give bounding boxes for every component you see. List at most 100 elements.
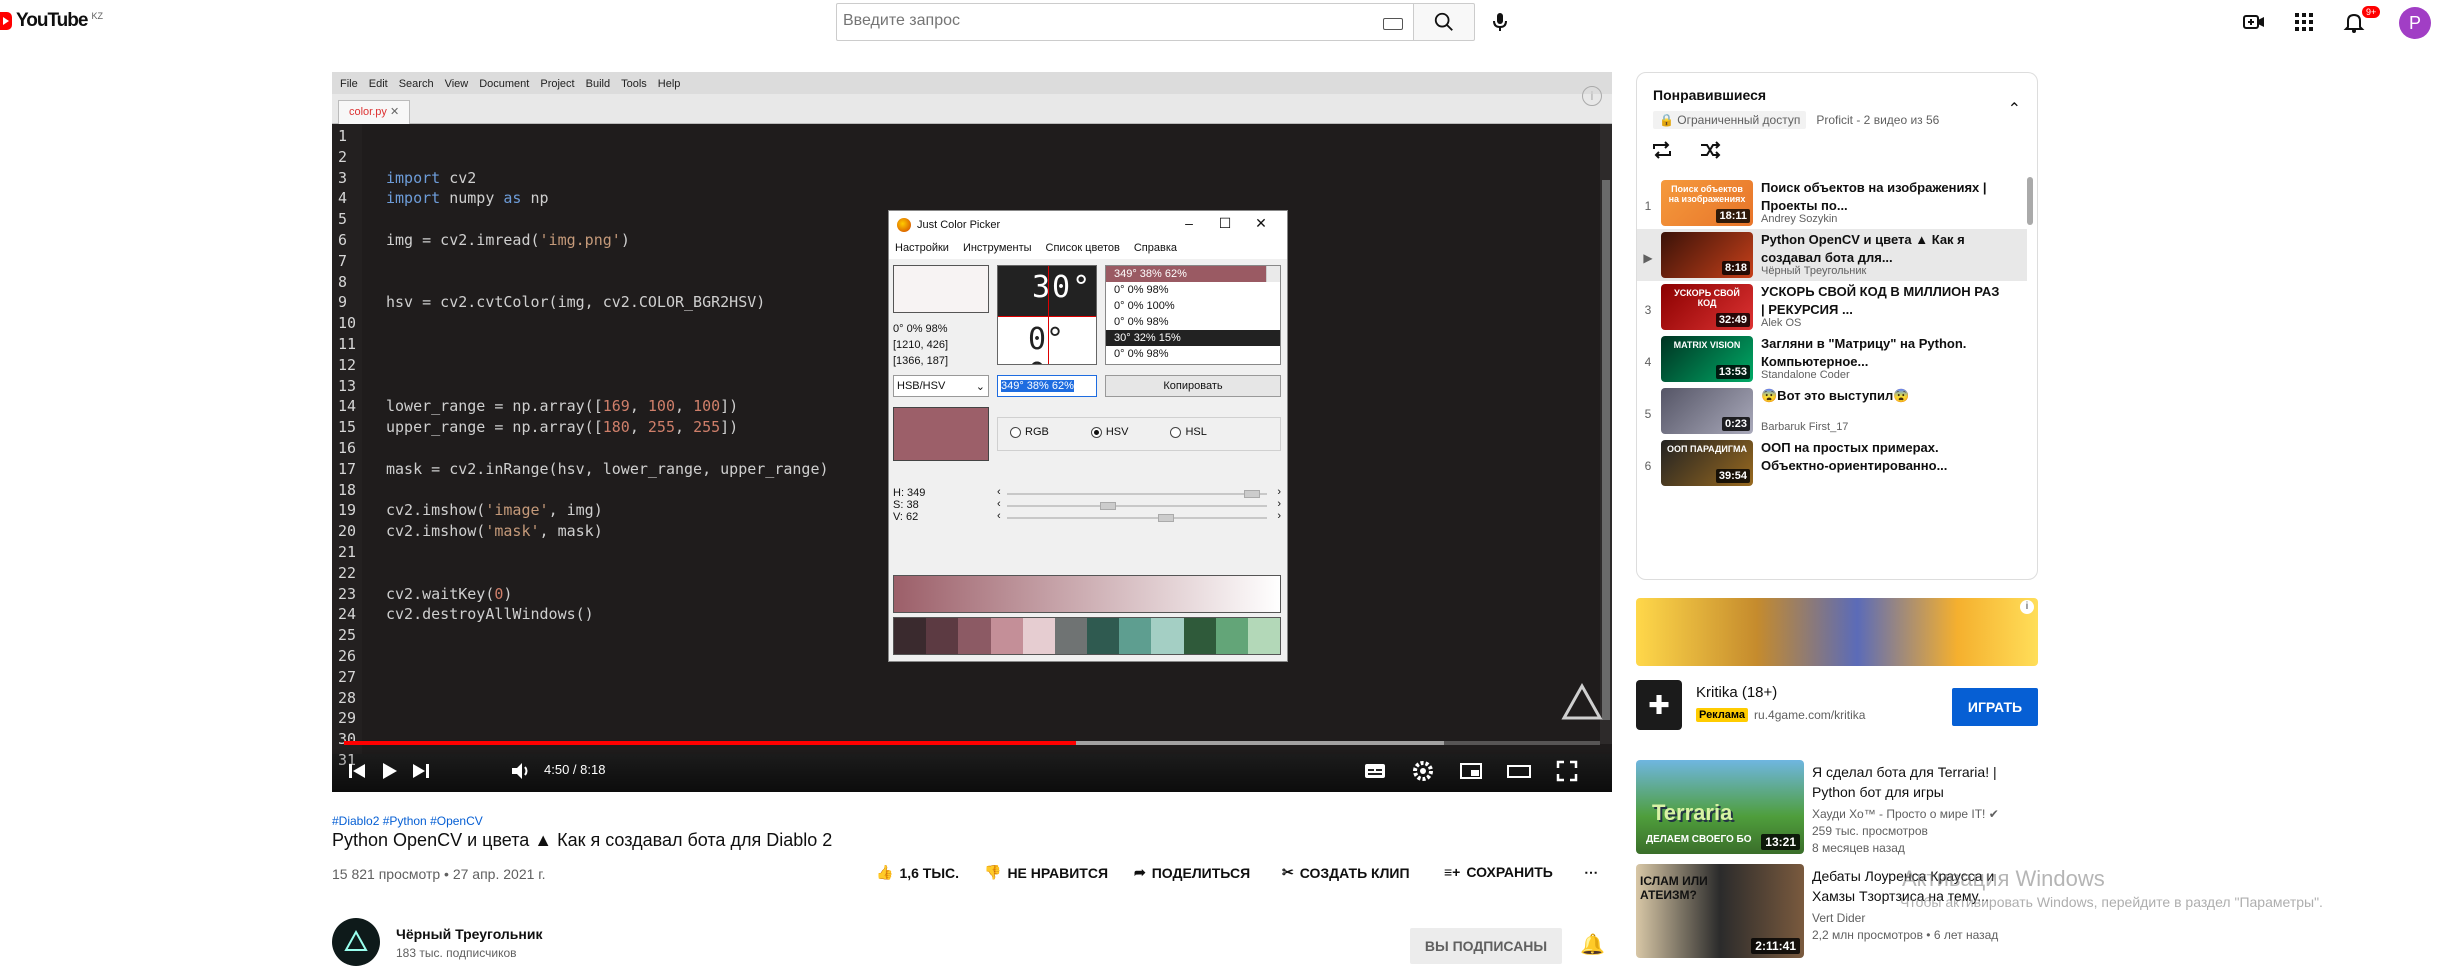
list-scrollbar[interactable] [1266,266,1280,282]
color-history-list[interactable]: 349° 38% 62% 0° 0% 98% 0° 0% 100% 0° 0% … [1105,265,1281,365]
shuffle-icon[interactable] [1699,141,1721,159]
radio-hsv[interactable]: HSV [1090,426,1128,442]
playlist-video-title[interactable]: ООП на простых примерах. Объектно-ориент… [1761,439,2001,475]
palette-swatch[interactable] [1215,618,1248,654]
playlist-video-title[interactable]: Загляни в "Матрицу" на Python. Компьютер… [1761,335,2001,371]
mic-button[interactable] [1484,6,1516,38]
palette-swatch[interactable] [1054,618,1088,654]
subscribed-button[interactable]: ВЫ ПОДПИСАНЫ [1410,928,1562,964]
color-list-item[interactable]: 0° 0% 98% [1106,314,1280,330]
palette-swatch[interactable] [958,618,991,654]
video-thumbnail[interactable]: 8:18 [1661,232,1753,278]
apps-icon[interactable] [2292,10,2316,34]
bell-icon[interactable]: 🔔 [1580,932,1605,957]
hue-slider[interactable]: ‹ › [997,486,1281,499]
playlist-item[interactable]: 5 0:23 😨Вот это выступил😨 Barbaruk First_17 [1637,385,2027,437]
minimize-icon[interactable]: – [1179,215,1199,231]
palette-swatch[interactable] [1247,618,1281,654]
color-list-item[interactable]: 349° 38% 62% [1106,266,1280,282]
copy-button[interactable]: Копировать [1105,375,1281,397]
channel-avatar[interactable] [332,918,380,966]
search-input[interactable] [843,12,1343,30]
settings-gear-icon[interactable] [1410,758,1436,784]
radio-rgb[interactable]: RGB [1010,426,1049,442]
playlist-item[interactable]: 3 УСКОРЬ СВОЙ КОД 32:49 УСКОРЬ СВОЙ КОД В М… [1637,281,2027,333]
video-thumbnail[interactable]: Поиск объектов на изображениях 18:11 [1661,180,1753,226]
color-list-item[interactable]: 30° 32% 15% [1106,330,1280,346]
search-box[interactable] [836,3,1414,41]
playlist-video-title[interactable]: УСКОРЬ СВОЙ КОД В МИЛЛИОН РАЗ | РЕКУРСИЯ… [1761,283,2001,319]
palette-swatch[interactable] [1022,618,1055,654]
picker-menu-settings[interactable]: Настройки [895,242,949,256]
play-icon[interactable] [376,758,402,784]
share-button[interactable]: ➦ ПОДЕЛИТЬСЯ [1134,864,1250,881]
keyboard-icon[interactable] [1383,18,1403,30]
shade-gradient[interactable] [893,575,1281,613]
create-video-icon[interactable] [2242,10,2266,34]
info-icon[interactable]: i [1582,86,1602,106]
miniplayer-icon[interactable] [1458,758,1484,784]
ad-title[interactable]: Kritika (18+) [1696,684,1777,701]
palette-swatch[interactable] [926,618,959,654]
theater-mode-icon[interactable] [1506,758,1532,784]
palette-swatch[interactable] [1183,618,1216,654]
playlist-scrollbar[interactable] [2027,177,2033,225]
palette-swatch[interactable] [1119,618,1152,654]
progress-bar[interactable] [344,741,1600,745]
maximize-icon[interactable]: ☐ [1215,215,1235,232]
video-thumbnail[interactable]: MATRIX VISION 13:53 [1661,336,1753,382]
save-button[interactable]: ≡+ СОХРАНИТЬ [1444,864,1553,880]
playlist-item[interactable]: 6 ООП ПАРАДИГМА 39:54 ООП на простых пример… [1637,437,2027,489]
loop-icon[interactable] [1651,141,1673,159]
more-actions-button[interactable]: ⋯ [1584,864,1598,881]
playlist-video-title[interactable]: Поиск объектов на изображениях | Проекты… [1761,179,2001,215]
close-icon[interactable]: ✕ [1251,215,1271,232]
video-thumbnail[interactable]: 0:23 [1661,388,1753,434]
palette-swatch[interactable] [1151,618,1184,654]
youtube-logo[interactable]: YouTube KZ [0,10,103,32]
chevron-up-icon[interactable]: ⌃ [2008,99,2021,119]
subtitles-icon[interactable] [1362,758,1388,784]
hashtags[interactable]: #Diablo2 #Python #OpenCV [332,814,483,828]
color-value-field[interactable]: 349° 38% 62% [997,375,1097,397]
picker-menu-colors[interactable]: Список цветов [1046,242,1120,256]
user-avatar[interactable]: P [2399,7,2431,39]
playlist-item[interactable]: 4 MATRIX VISION 13:53 Загляни в "Матрицу" н… [1637,333,2027,385]
video-player[interactable]: File Edit Search View Document Project B… [332,72,1612,792]
playlist-item[interactable]: 1 Поиск объектов на изображениях 18:11 Поис… [1637,177,2027,229]
playlist-video-title[interactable]: Python OpenCV и цвета ▲ Как я создавал б… [1761,231,2001,267]
ad-info-icon[interactable]: i [2020,600,2034,614]
saturation-slider[interactable]: ‹ › [997,498,1281,511]
color-list-item[interactable]: 0° 0% 98% [1106,282,1280,298]
palette-swatch[interactable] [990,618,1023,654]
video-thumbnail[interactable]: УСКОРЬ СВОЙ КОД 32:49 [1661,284,1753,330]
ad-logo[interactable]: ✚ [1636,680,1682,730]
palette-swatch[interactable] [1087,618,1120,654]
saturation-thumb[interactable] [1099,502,1116,510]
previous-icon[interactable] [344,758,370,784]
fullscreen-icon[interactable] [1554,758,1580,784]
hue-thumb[interactable] [1243,490,1260,498]
ad-play-button[interactable]: ИГРАТЬ [1952,688,2038,726]
clip-button[interactable]: ✂ СОЗДАТЬ КЛИП [1282,864,1410,881]
like-button[interactable]: 👍 1,6 ТЫС. [876,864,959,881]
recommended-video[interactable]: Terraria ДЕЛАЕМ СВОЕГО БО 13:21 Я сделал… [1636,760,2038,856]
color-list-item[interactable]: 0° 0% 98% [1106,346,1280,362]
dislike-button[interactable]: 👎 НЕ НРАВИТСЯ [984,864,1108,881]
video-thumbnail[interactable]: ООП ПАРАДИГМА 39:54 [1661,440,1753,486]
color-list-item[interactable]: 0° 0% 100% [1106,298,1280,314]
video-thumbnail[interactable]: ІСЛАМ ИЛИ АТЕИЗМ? 2:11:41 [1636,864,1804,958]
video-title[interactable]: Я сделал бота для Terraria! | Python бот… [1812,762,2032,802]
channel-name[interactable]: Хауди Хо™ - Просто о мире IT! ✔ [1812,806,1999,823]
picker-menu-help[interactable]: Справка [1134,242,1177,256]
picker-menu-tools[interactable]: Инструменты [963,242,1032,256]
playlist-title[interactable]: Понравившиеся [1653,87,1766,103]
value-slider[interactable]: ‹ › [997,510,1281,523]
color-mode-select[interactable]: HSB/HSV ⌄ [893,375,989,397]
palette-swatch[interactable] [894,618,927,654]
next-icon[interactable] [408,758,434,784]
volume-icon[interactable] [508,758,534,784]
radio-hsl[interactable]: HSL [1170,426,1207,442]
channel-name[interactable]: Vert Dider [1812,910,1998,927]
ad-banner-image[interactable]: i [1636,598,2038,666]
